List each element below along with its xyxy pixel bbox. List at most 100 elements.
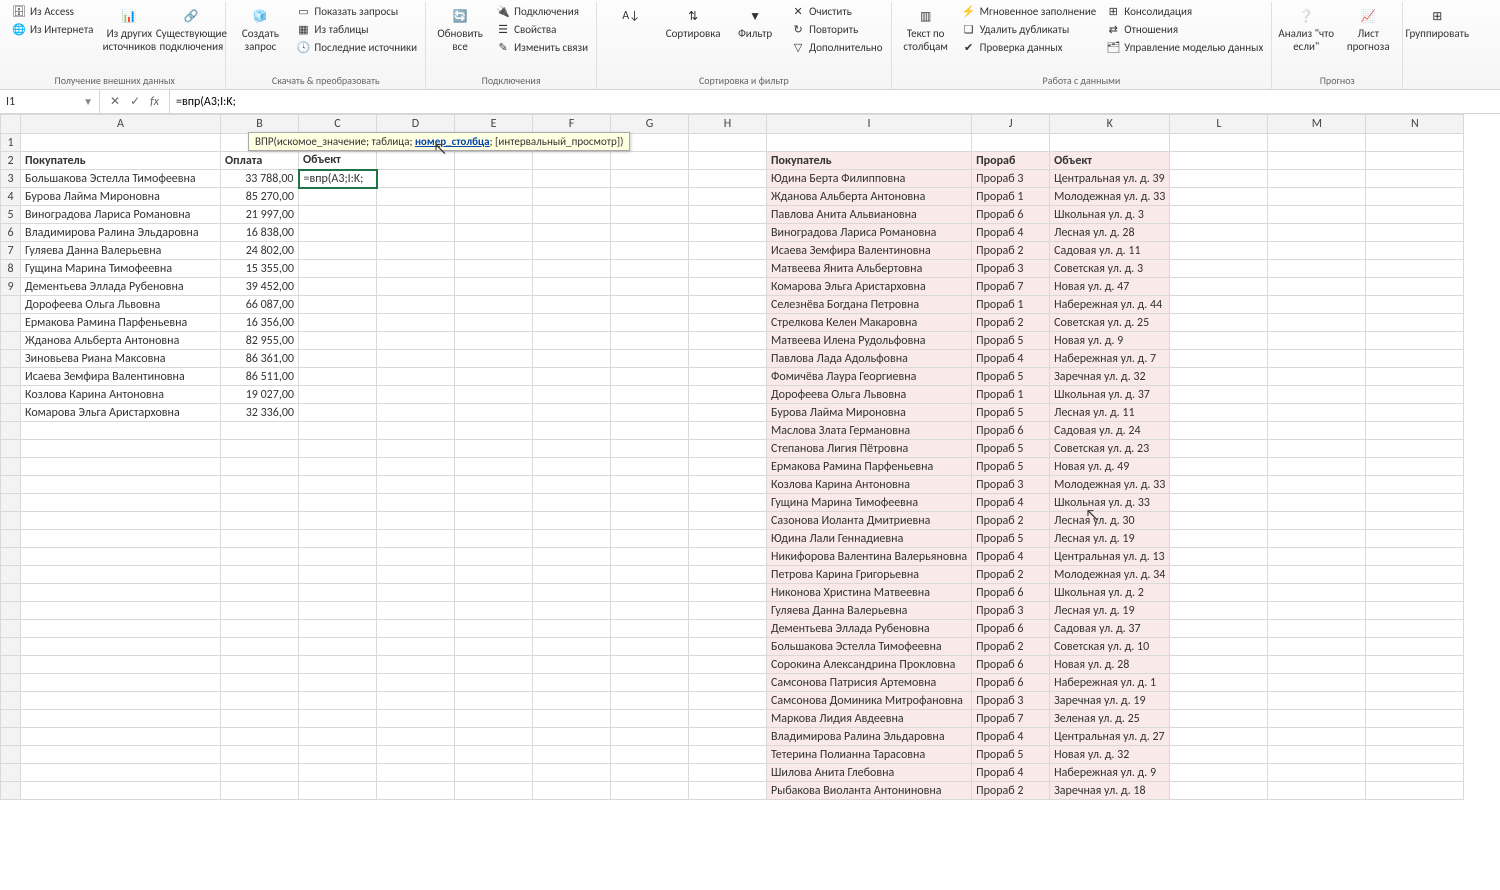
cell-M15[interactable] (1268, 386, 1366, 404)
cell-H1[interactable] (689, 134, 767, 152)
cell-B27[interactable] (221, 602, 299, 620)
cell-K29[interactable]: Советская ул. д. 10 (1050, 638, 1170, 656)
cell-F4[interactable] (533, 188, 611, 206)
cell-A33[interactable] (21, 710, 221, 728)
cell-L29[interactable] (1170, 638, 1268, 656)
cell-E10[interactable] (455, 296, 533, 314)
cell-F23[interactable] (533, 530, 611, 548)
cell-L16[interactable] (1170, 404, 1268, 422)
cell-F29[interactable] (533, 638, 611, 656)
cell-K13[interactable]: Набережная ул. д. 7 (1050, 350, 1170, 368)
cell-E11[interactable] (455, 314, 533, 332)
cell-B26[interactable] (221, 584, 299, 602)
row-header-13[interactable] (1, 350, 21, 368)
cell-A13[interactable]: Зиновьева Риана Максовна (21, 350, 221, 368)
cell-K23[interactable]: Лесная ул. д. 19 (1050, 530, 1170, 548)
cell-K19[interactable]: Новая ул. д. 49 (1050, 458, 1170, 476)
column-header-K[interactable]: K (1050, 115, 1170, 134)
cell-G30[interactable] (611, 656, 689, 674)
cell-H20[interactable] (689, 476, 767, 494)
cell-L6[interactable] (1170, 224, 1268, 242)
cell-N36[interactable] (1366, 764, 1464, 782)
forecast-sheet-button[interactable]: 📈Лист прогноза (1338, 2, 1398, 57)
cell-M2[interactable] (1268, 152, 1366, 170)
cell-I34[interactable]: Владимирова Ралина Эльдаровна (767, 728, 972, 746)
cell-J35[interactable]: Прораб 5 (972, 746, 1050, 764)
cell-G18[interactable] (611, 440, 689, 458)
cell-N8[interactable] (1366, 260, 1464, 278)
cell-J24[interactable]: Прораб 4 (972, 548, 1050, 566)
cell-I25[interactable]: Петрова Карина Григорьевна (767, 566, 972, 584)
row-header-9[interactable]: 9 (1, 278, 21, 296)
cell-M35[interactable] (1268, 746, 1366, 764)
cell-H31[interactable] (689, 674, 767, 692)
cell-B32[interactable] (221, 692, 299, 710)
cell-N35[interactable] (1366, 746, 1464, 764)
column-header-G[interactable]: G (611, 115, 689, 134)
cell-J9[interactable]: Прораб 7 (972, 278, 1050, 296)
cell-C9[interactable] (299, 278, 377, 296)
cell-M17[interactable] (1268, 422, 1366, 440)
cell-B2[interactable]: Оплата (221, 152, 299, 170)
cell-M26[interactable] (1268, 584, 1366, 602)
cell-K31[interactable]: Набережная ул. д. 1 (1050, 674, 1170, 692)
cell-B11[interactable]: 16 356,00 (221, 314, 299, 332)
row-header-3[interactable]: 3 (1, 170, 21, 188)
cell-I19[interactable]: Ермакова Рамина Парфеньевна (767, 458, 972, 476)
cell-H11[interactable] (689, 314, 767, 332)
cell-D24[interactable] (377, 548, 455, 566)
cell-L3[interactable] (1170, 170, 1268, 188)
cell-D35[interactable] (377, 746, 455, 764)
cell-H18[interactable] (689, 440, 767, 458)
cell-G27[interactable] (611, 602, 689, 620)
cell-J13[interactable]: Прораб 4 (972, 350, 1050, 368)
cell-E34[interactable] (455, 728, 533, 746)
cell-L2[interactable] (1170, 152, 1268, 170)
cell-C12[interactable] (299, 332, 377, 350)
cell-J22[interactable]: Прораб 2 (972, 512, 1050, 530)
cell-H32[interactable] (689, 692, 767, 710)
row-header-10[interactable] (1, 296, 21, 314)
cell-E30[interactable] (455, 656, 533, 674)
cell-J11[interactable]: Прораб 2 (972, 314, 1050, 332)
cell-E35[interactable] (455, 746, 533, 764)
cell-J34[interactable]: Прораб 4 (972, 728, 1050, 746)
cell-H10[interactable] (689, 296, 767, 314)
column-header-N[interactable]: N (1366, 115, 1464, 134)
cell-I18[interactable]: Степанова Лигия Пётровна (767, 440, 972, 458)
cell-J23[interactable]: Прораб 5 (972, 530, 1050, 548)
cell-B15[interactable]: 19 027,00 (221, 386, 299, 404)
cell-B28[interactable] (221, 620, 299, 638)
cell-A10[interactable]: Дорофеева Ольга Львовна (21, 296, 221, 314)
cell-K36[interactable]: Набережная ул. д. 9 (1050, 764, 1170, 782)
cell-N24[interactable] (1366, 548, 1464, 566)
cell-F20[interactable] (533, 476, 611, 494)
cell-E21[interactable] (455, 494, 533, 512)
cell-E2[interactable] (455, 152, 533, 170)
cell-D22[interactable] (377, 512, 455, 530)
cell-E5[interactable] (455, 206, 533, 224)
cell-M30[interactable] (1268, 656, 1366, 674)
cell-J4[interactable]: Прораб 1 (972, 188, 1050, 206)
cell-B35[interactable] (221, 746, 299, 764)
row-header-33[interactable] (1, 710, 21, 728)
cell-D31[interactable] (377, 674, 455, 692)
cell-N31[interactable] (1366, 674, 1464, 692)
row-header-1[interactable]: 1 (1, 134, 21, 152)
cell-C15[interactable] (299, 386, 377, 404)
cell-C31[interactable] (299, 674, 377, 692)
relationships-button[interactable]: ⇄Отношения (1102, 20, 1267, 38)
cell-J19[interactable]: Прораб 5 (972, 458, 1050, 476)
cell-D33[interactable] (377, 710, 455, 728)
cell-I17[interactable]: Маслова Злата Германовна (767, 422, 972, 440)
cell-A30[interactable] (21, 656, 221, 674)
cell-H30[interactable] (689, 656, 767, 674)
cell-C16[interactable] (299, 404, 377, 422)
cell-D36[interactable] (377, 764, 455, 782)
cell-F10[interactable] (533, 296, 611, 314)
cell-K27[interactable]: Лесная ул. д. 19 (1050, 602, 1170, 620)
cell-C7[interactable] (299, 242, 377, 260)
cell-B5[interactable]: 21 997,00 (221, 206, 299, 224)
cell-I5[interactable]: Павлова Анита Альвиановна (767, 206, 972, 224)
cell-C34[interactable] (299, 728, 377, 746)
